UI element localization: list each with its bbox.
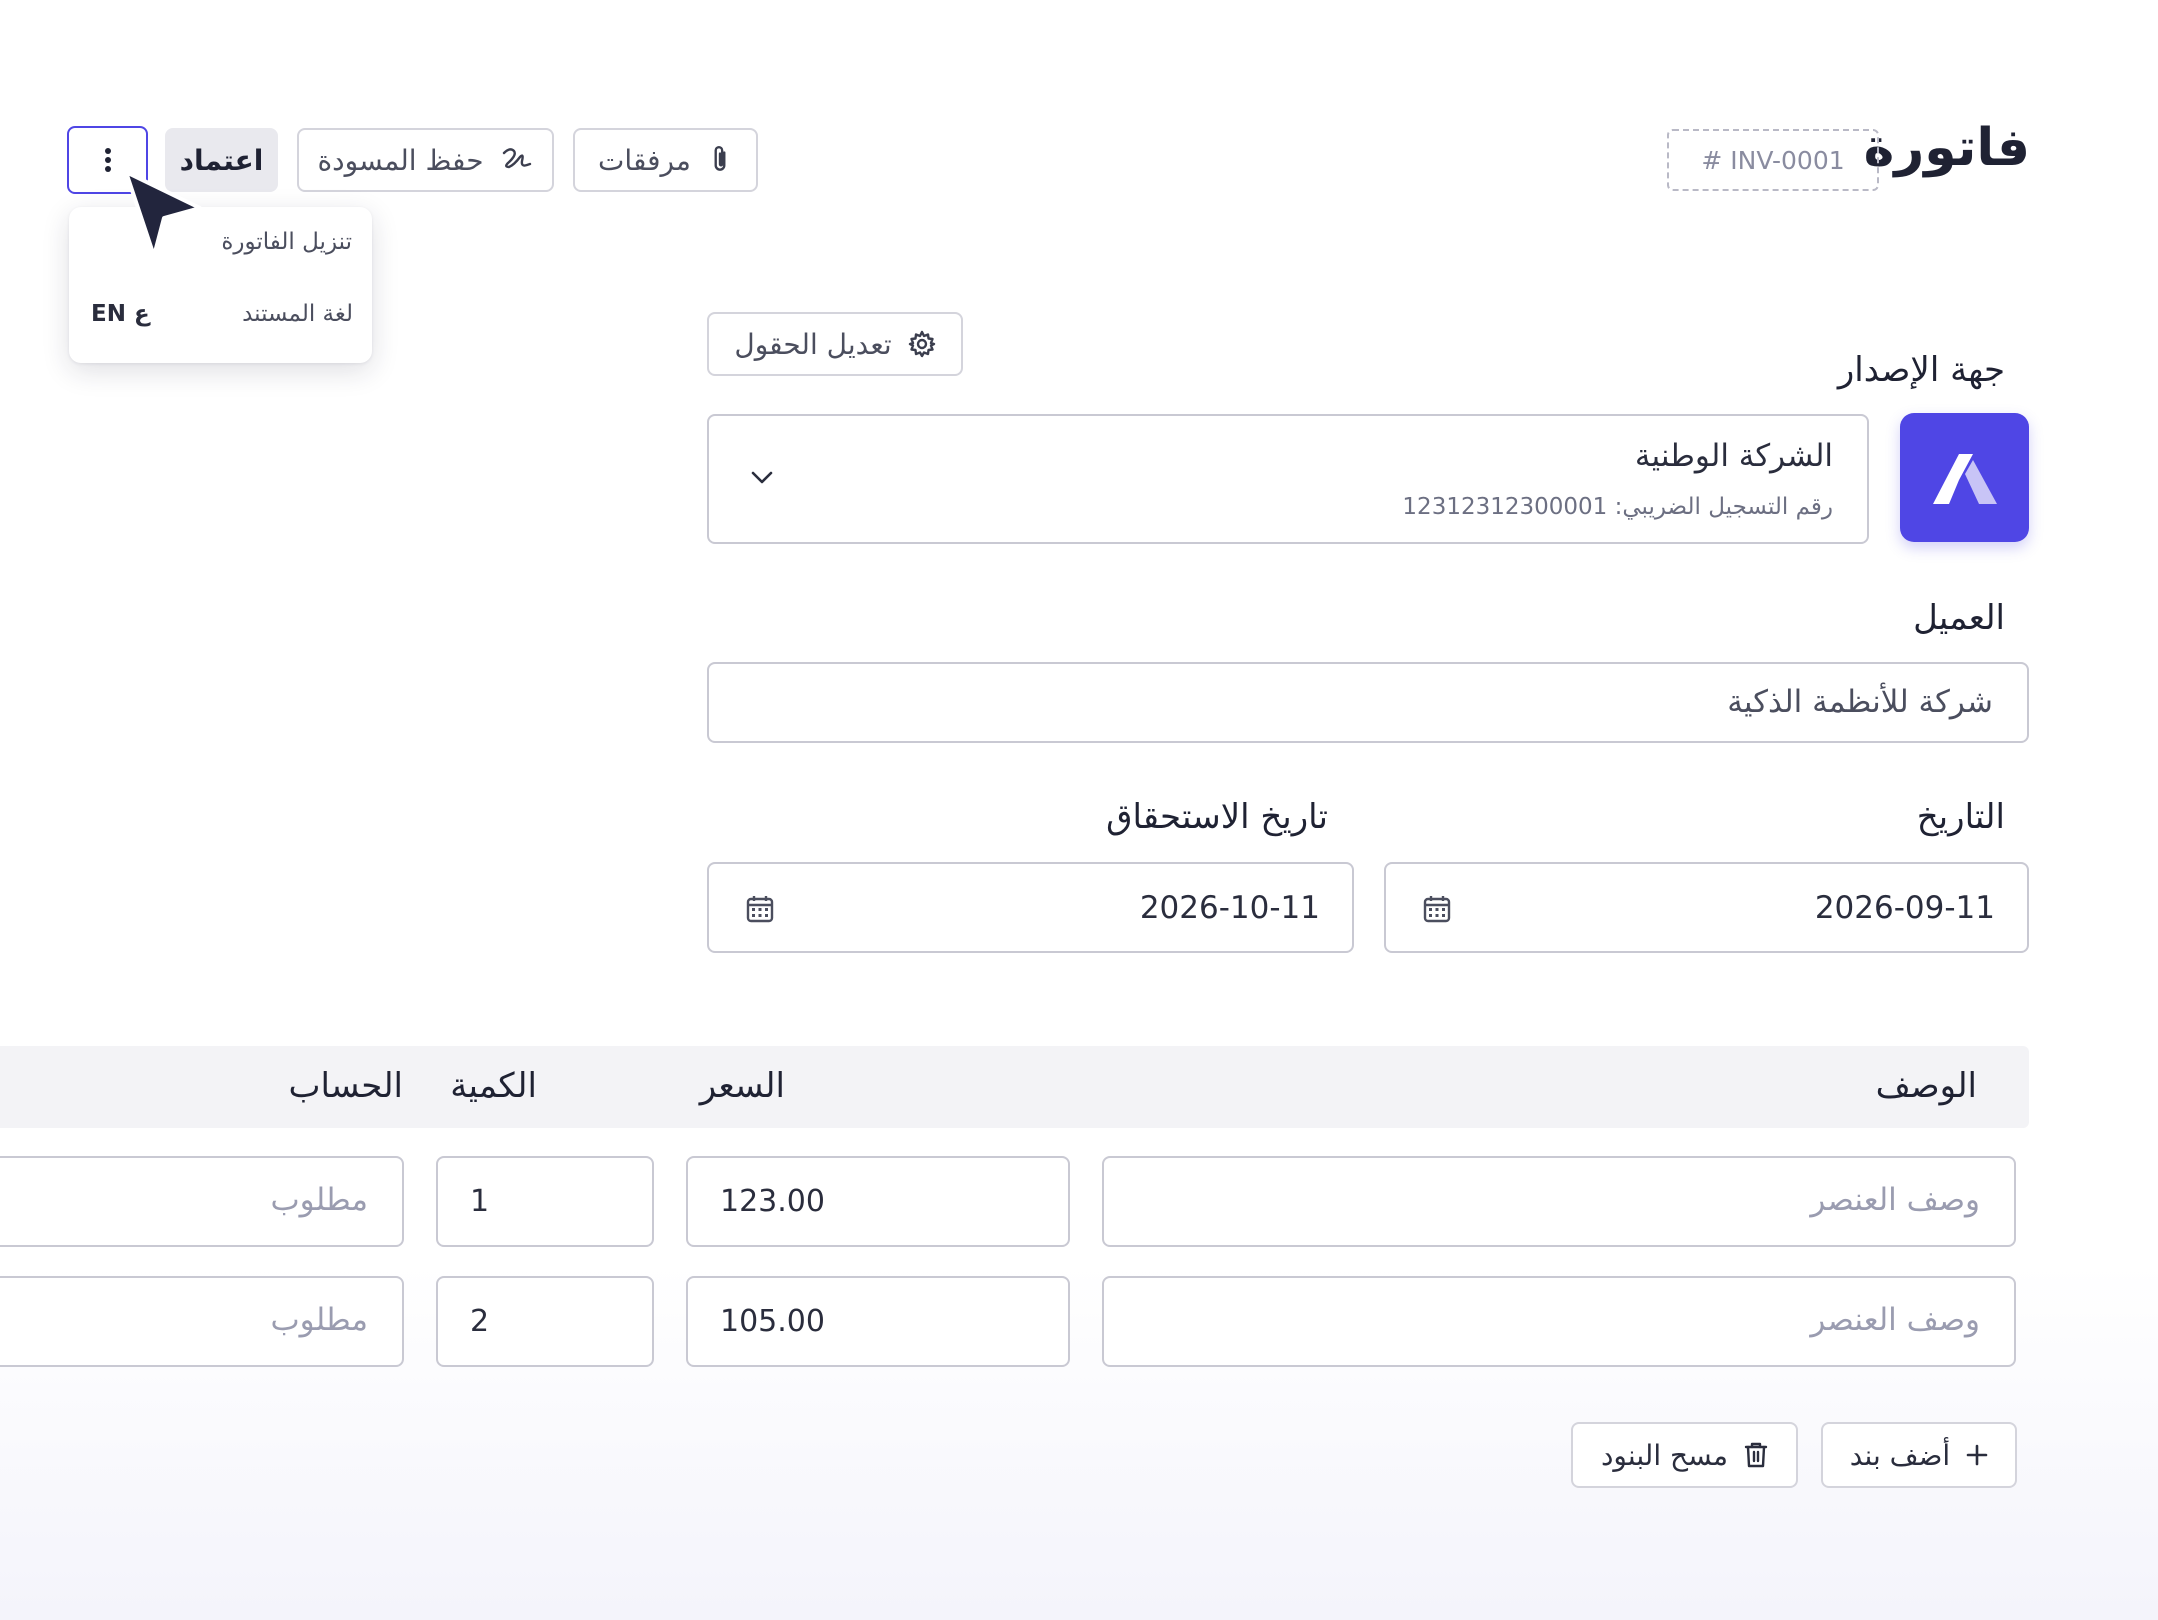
item-quantity-input[interactable]: 1 (436, 1156, 654, 1247)
item-price-value: 123.00 (720, 1184, 825, 1219)
column-header-account: الحساب (288, 1066, 403, 1106)
customer-label: العميل (1913, 598, 2005, 638)
attachments-button[interactable]: مرفقات (573, 128, 758, 192)
edit-fields-button[interactable]: تعديل الحقول (707, 312, 963, 376)
table-row: وصف العنصر 105.00 2 مطلوب (0, 1276, 2029, 1368)
column-header-price: السعر (699, 1066, 785, 1106)
column-header-description: الوصف (1875, 1066, 1977, 1106)
issuer-company-name: الشركة الوطنية (1634, 438, 1833, 474)
item-description-input[interactable]: وصف العنصر (1102, 1276, 2016, 1367)
more-options-menu: تنزيل الفاتورة لغة المستند ع EN (69, 207, 372, 363)
vertical-dots-icon (104, 147, 112, 173)
add-item-button[interactable]: أضف بند (1821, 1422, 2017, 1488)
clear-items-label: مسح البنود (1600, 1438, 1729, 1472)
column-header-quantity: الكمية (450, 1066, 537, 1106)
item-price-value: 105.00 (720, 1304, 825, 1339)
add-item-label: أضف بند (1849, 1438, 1951, 1472)
plus-icon (1966, 1444, 1988, 1466)
item-quantity-value: 1 (470, 1184, 490, 1219)
item-quantity-value: 2 (470, 1304, 490, 1339)
item-description-placeholder: وصف العنصر (1810, 1302, 1980, 1338)
paperclip-icon (707, 145, 733, 175)
date-label: التاريخ (1916, 797, 2005, 837)
customer-input[interactable]: شركة للأنظمة الذكية (707, 662, 2029, 743)
item-account-placeholder: مطلوب (270, 1302, 369, 1338)
language-toggle[interactable]: ع EN (91, 301, 150, 327)
trash-icon (1744, 1441, 1768, 1469)
item-price-input[interactable]: 105.00 (686, 1276, 1070, 1367)
signature-icon (500, 145, 534, 175)
issuer-select[interactable]: الشركة الوطنية رقم التسجيل الضريبي: 1231… (707, 414, 1869, 544)
item-price-input[interactable]: 123.00 (686, 1156, 1070, 1247)
save-draft-label: حفظ المسودة (317, 143, 484, 177)
mouse-cursor-icon (122, 168, 206, 264)
item-description-placeholder: وصف العنصر (1810, 1182, 1980, 1218)
issuer-label: جهة الإصدار (1837, 350, 2005, 390)
menu-item-download-invoice[interactable]: تنزيل الفاتورة (221, 229, 352, 255)
download-invoice-label: تنزيل الفاتورة (221, 229, 352, 255)
gear-icon (908, 330, 936, 358)
edit-fields-label: تعديل الحقول (734, 327, 892, 361)
save-draft-button[interactable]: حفظ المسودة (297, 128, 554, 192)
due-date-input[interactable]: 2026-10-11 (707, 862, 1354, 953)
invoice-number-field[interactable]: # INV-0001 (1667, 129, 1879, 191)
attachments-label: مرفقات (598, 143, 691, 177)
item-account-placeholder: مطلوب (270, 1182, 369, 1218)
invoice-number-text: # INV-0001 (1701, 145, 1845, 175)
page-title: فاتورة (1863, 118, 2030, 178)
document-language-label: لغة المستند (242, 301, 353, 327)
table-row: وصف العنصر 123.00 1 مطلوب (0, 1156, 2029, 1248)
date-value: 2026-09-11 (1814, 890, 1995, 926)
due-date-label: تاريخ الاستحقاق (1106, 797, 1328, 837)
due-date-value: 2026-10-11 (1139, 890, 1320, 926)
calendar-icon[interactable] (1422, 894, 1452, 924)
item-account-select[interactable]: مطلوب (0, 1156, 404, 1247)
item-description-input[interactable]: وصف العنصر (1102, 1156, 2016, 1247)
company-logo (1900, 413, 2029, 542)
item-quantity-input[interactable]: 2 (436, 1276, 654, 1367)
issuer-tax-registration: رقم التسجيل الضريبي: 12312312300001 (1402, 494, 1833, 520)
customer-value: شركة للأنظمة الذكية (1727, 684, 1993, 720)
calendar-icon[interactable] (745, 894, 775, 924)
clear-items-button[interactable]: مسح البنود (1571, 1422, 1798, 1488)
item-account-select[interactable]: مطلوب (0, 1276, 404, 1367)
menu-item-document-language[interactable]: لغة المستند ع EN (91, 297, 353, 337)
date-input[interactable]: 2026-09-11 (1384, 862, 2029, 953)
chevron-down-icon (750, 470, 774, 486)
items-table-header: الوصف السعر الكمية الحساب (0, 1046, 2029, 1128)
